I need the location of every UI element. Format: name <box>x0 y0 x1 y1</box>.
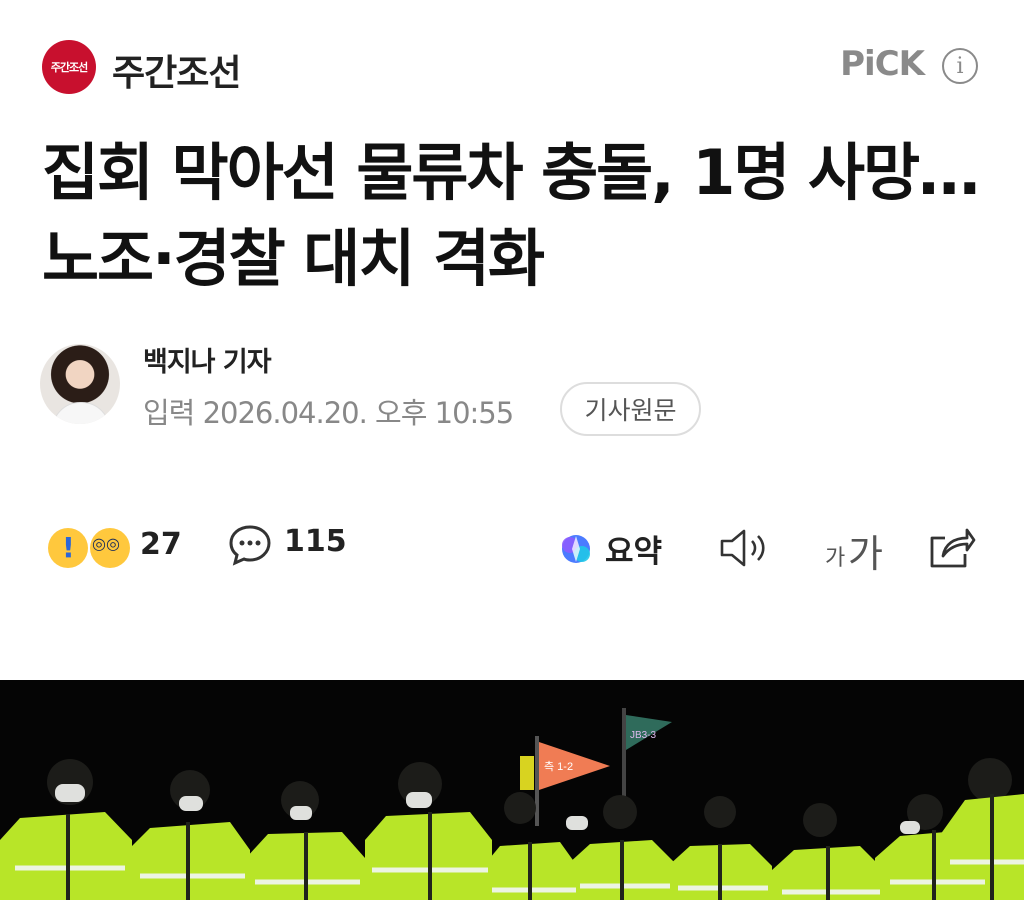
surprised-emoji-icon <box>90 528 130 568</box>
reporter-name[interactable]: 백지나 기자 <box>143 340 272 379</box>
flag-right-label: JB3-3 <box>630 730 657 741</box>
press-logo[interactable]: 주간조선 <box>42 40 96 94</box>
police-line-photo: JB3-3 측 1-2 <box>0 680 1024 900</box>
press-header: 주간조선 주간조선 PiCK i <box>42 38 978 94</box>
reporter-avatar[interactable] <box>40 344 120 424</box>
summary-icon[interactable] <box>557 530 595 568</box>
press-name[interactable]: 주간조선 <box>112 44 241 96</box>
article-toolbar: 27 115 요약 가 가 <box>48 520 978 576</box>
share-icon[interactable] <box>927 524 977 570</box>
comment-icon[interactable] <box>228 524 272 566</box>
original-article-button[interactable]: 기사원문 <box>560 382 701 436</box>
article-title: 집회 막아선 물류차 충돌, 1명 사망…노조·경찰 대치 격화 <box>42 136 980 295</box>
publish-date: 입력 2026.04.20. 오후 10:55 <box>143 396 514 430</box>
pick-badge: PiCK <box>840 44 925 84</box>
comment-count[interactable]: 115 <box>284 524 347 559</box>
info-icon[interactable]: i <box>942 48 978 84</box>
flag-left-label: 측 1-2 <box>544 760 573 773</box>
reaction-count[interactable]: 27 <box>140 527 182 562</box>
summary-button[interactable]: 요약 <box>605 526 662 571</box>
font-size-large-label[interactable]: 가 <box>848 523 883 578</box>
speaker-icon[interactable] <box>718 526 772 570</box>
font-size-small-label[interactable]: 가 <box>825 540 845 572</box>
exclamation-emoji-icon <box>48 528 88 568</box>
article-photo[interactable]: JB3-3 측 1-2 <box>0 680 1024 900</box>
